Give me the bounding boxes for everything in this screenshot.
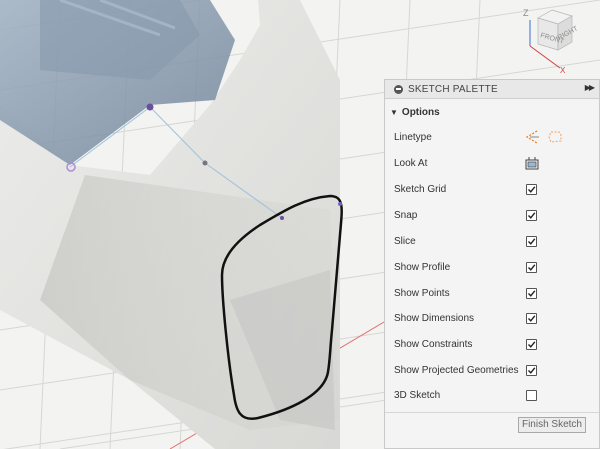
option-label: Snap bbox=[394, 209, 418, 221]
linetype-centerline-icon[interactable] bbox=[547, 129, 563, 145]
sketch-point bbox=[280, 216, 284, 220]
checkmark-icon bbox=[528, 340, 536, 348]
checkmark-icon bbox=[528, 185, 536, 193]
show-dimensions-checkbox[interactable] bbox=[526, 312, 537, 324]
option-label: Show Points bbox=[394, 287, 450, 299]
sketch-point bbox=[338, 202, 342, 206]
checkmark-icon bbox=[528, 314, 536, 322]
option-label: Look At bbox=[394, 157, 428, 169]
option-show-constraints: Show Constraints bbox=[385, 333, 599, 355]
expand-icon[interactable]: ▶▶ bbox=[585, 83, 595, 92]
svg-text:X: X bbox=[560, 66, 566, 74]
checkmark-icon bbox=[528, 366, 536, 374]
sketch-point bbox=[202, 160, 208, 166]
sketch-point bbox=[146, 103, 154, 111]
show-projected-geometries-checkbox[interactable] bbox=[526, 364, 537, 376]
option-3d-sketch: 3D Sketch bbox=[385, 384, 599, 406]
viewcube-z-label: Z bbox=[523, 8, 529, 18]
option-label: Linetype bbox=[394, 131, 432, 143]
option-label: Show Dimensions bbox=[394, 312, 475, 324]
collapse-icon[interactable] bbox=[394, 84, 403, 94]
sketch-palette: SKETCH PALETTE ▶▶ ▼ Options Linetype Loo… bbox=[384, 79, 600, 449]
option-linetype: Linetype bbox=[385, 126, 599, 148]
option-label: Slice bbox=[394, 235, 416, 247]
option-label: Sketch Grid bbox=[394, 183, 447, 195]
option-label: Show Constraints bbox=[394, 338, 473, 350]
snap-checkbox[interactable] bbox=[526, 209, 537, 221]
checkmark-icon bbox=[528, 211, 536, 219]
palette-title: SKETCH PALETTE bbox=[408, 83, 498, 95]
option-snap: Snap bbox=[385, 204, 599, 226]
options-section-header[interactable]: ▼ Options bbox=[385, 99, 599, 125]
option-slice: Slice bbox=[385, 230, 599, 252]
collapse-arrow-icon: ▼ bbox=[390, 107, 398, 117]
show-profile-checkbox[interactable] bbox=[526, 261, 537, 273]
slice-checkbox[interactable] bbox=[526, 235, 537, 247]
option-label: Show Projected Geometries bbox=[394, 364, 519, 376]
option-label: 3D Sketch bbox=[394, 389, 441, 401]
linetype-construction-icon[interactable] bbox=[524, 129, 540, 145]
checkmark-icon bbox=[528, 289, 536, 297]
option-show-dimensions: Show Dimensions bbox=[385, 307, 599, 329]
option-label: Show Profile bbox=[394, 261, 451, 273]
option-look-at: Look At bbox=[385, 152, 599, 174]
options-section-label: Options bbox=[401, 106, 440, 118]
palette-footer: Finish Sketch bbox=[385, 412, 599, 449]
show-constraints-checkbox[interactable] bbox=[526, 338, 537, 350]
finish-sketch-button[interactable]: Finish Sketch bbox=[517, 417, 586, 433]
viewcube[interactable]: Z X FRONT RIGHT bbox=[520, 4, 596, 74]
show-points-checkbox[interactable] bbox=[526, 287, 537, 299]
checkmark-icon bbox=[528, 263, 536, 271]
option-show-projected-geometries: Show Projected Geometries bbox=[385, 359, 599, 381]
option-show-points: Show Points bbox=[385, 282, 599, 304]
3d-sketch-checkbox[interactable] bbox=[526, 389, 537, 401]
look-at-icon[interactable] bbox=[524, 155, 540, 171]
option-show-profile: Show Profile bbox=[385, 256, 599, 278]
option-sketch-grid: Sketch Grid bbox=[385, 178, 599, 200]
checkmark-icon bbox=[528, 237, 536, 245]
palette-header: SKETCH PALETTE ▶▶ bbox=[385, 80, 599, 99]
sketch-grid-checkbox[interactable] bbox=[526, 183, 537, 195]
